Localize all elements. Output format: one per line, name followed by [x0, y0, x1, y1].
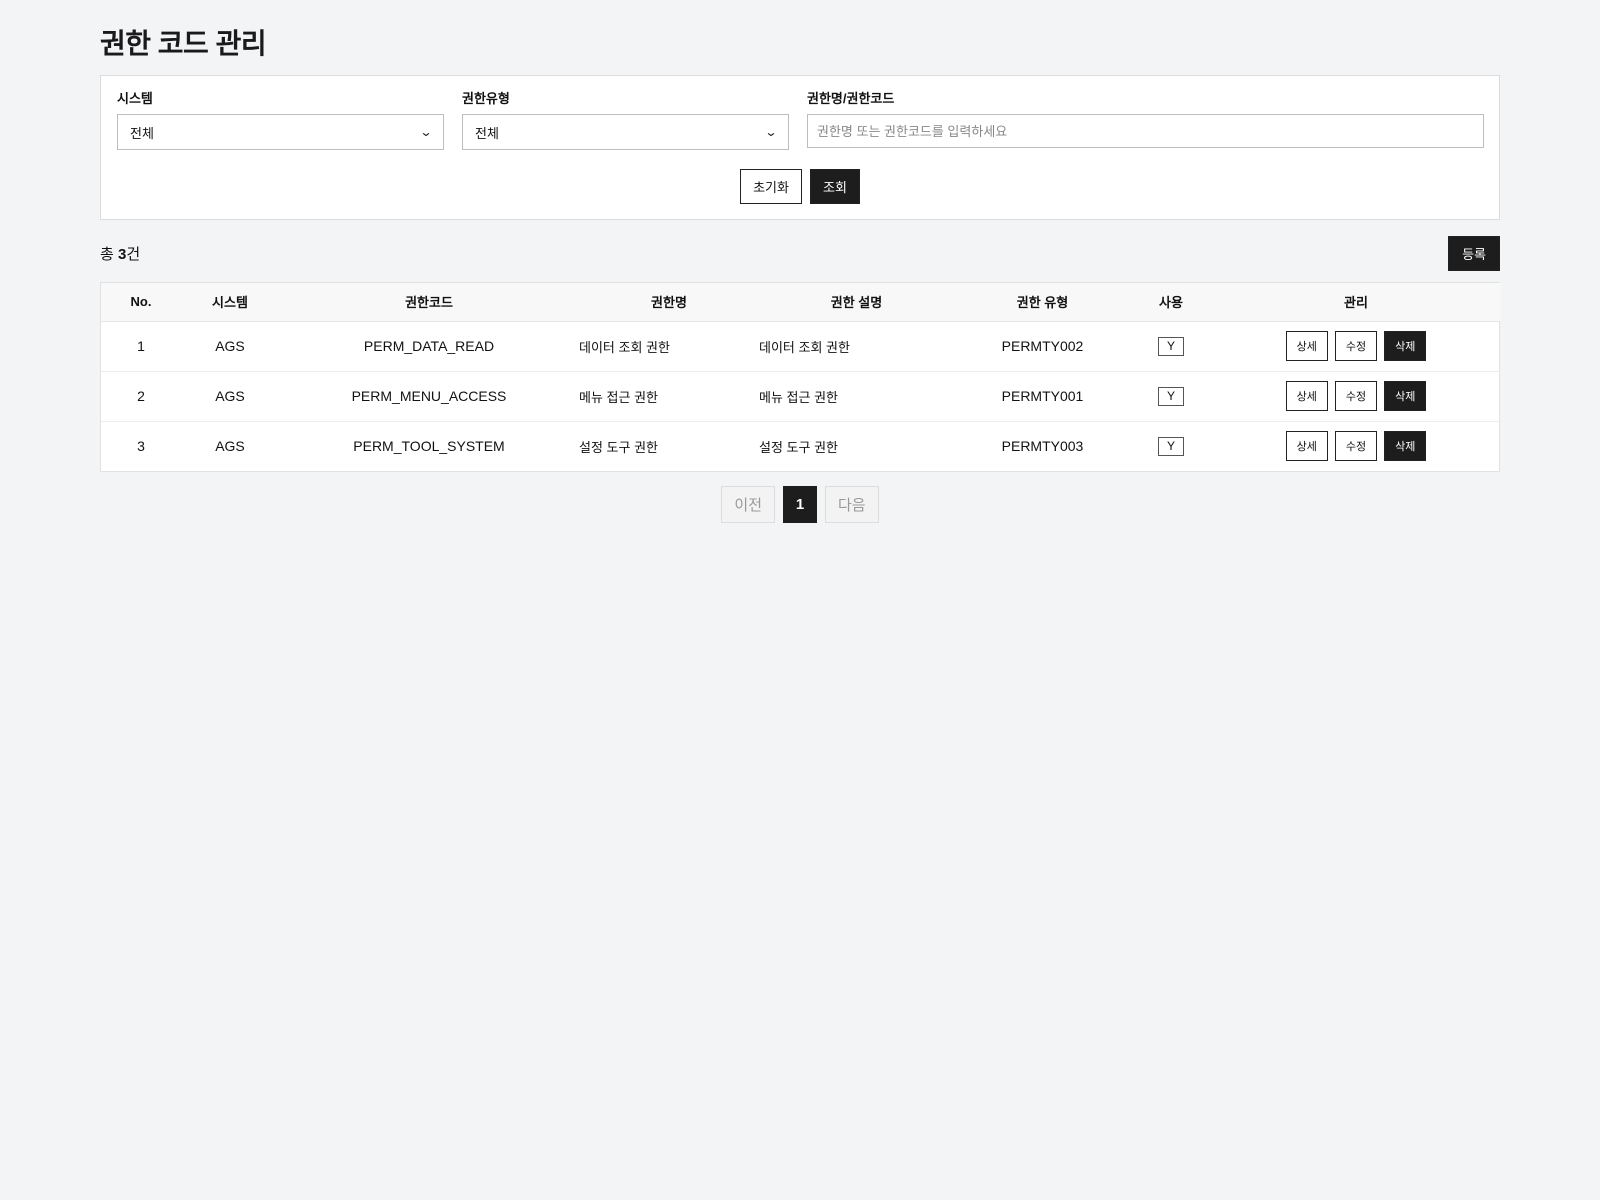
cell-desc: 데이터 조회 권한 [759, 321, 954, 372]
use-badge: Y [1158, 436, 1184, 456]
search-actions: 초기화 조회 [101, 169, 1499, 204]
edit-button[interactable]: 수정 [1334, 431, 1378, 462]
delete-button[interactable]: 삭제 [1384, 331, 1427, 361]
pagination: 이전 1 다음 [100, 486, 1500, 523]
keyword-filter: 권한명/권한코드 [807, 91, 1484, 148]
cell-no: 2 [101, 371, 181, 422]
cell-type: PERMTY001 [954, 371, 1131, 422]
cell-desc: 메뉴 접근 권한 [759, 371, 954, 422]
cell-no: 3 [137, 438, 145, 455]
col-header-type: 권한 유형 [954, 283, 1131, 322]
cell-use: Y [1131, 371, 1211, 422]
col-header-use: 사용 [1131, 283, 1211, 322]
cell-name: 데이터 조회 권한 [579, 321, 759, 372]
col-header-code: 권한코드 [279, 283, 579, 322]
col-header-name: 권한명 [579, 283, 759, 322]
type-filter-label: 권한유형 [462, 91, 510, 106]
cell-code: PERM_TOOL_SYSTEM [353, 438, 505, 455]
cell-system: AGS [181, 371, 279, 422]
result-count: 총 3건 [100, 243, 140, 264]
page-1-button[interactable]: 1 [783, 486, 817, 523]
system-filter: 시스템 전체 ⌄ [117, 91, 444, 150]
chevron-down-icon: ⌄ [764, 125, 778, 139]
cell-code: PERM_DATA_READ [279, 321, 579, 372]
reset-button[interactable]: 초기화 [740, 169, 802, 204]
detail-button[interactable]: 상세 [1285, 381, 1328, 411]
cell-manage: 상세 수정 삭제 [1211, 421, 1501, 471]
type-filter: 권한유형 전체 ⌄ [462, 91, 789, 150]
chevron-down-icon: ⌄ [419, 125, 433, 139]
keyword-filter-label: 권한명/권한코드 [807, 91, 895, 106]
keyword-input[interactable] [807, 114, 1484, 148]
col-header-desc: 권한 설명 [759, 283, 954, 322]
result-count-suffix: 건 [126, 246, 141, 263]
prev-page-button[interactable]: 이전 [721, 486, 775, 523]
cell-use: Y [1131, 421, 1211, 471]
cell-manage: 상세 수정 삭제 [1211, 371, 1501, 422]
search-button[interactable]: 조회 [809, 169, 860, 204]
search-panel: 시스템 전체 ⌄ 권한유형 전체 ⌄ 권한명/권한코드 초기화 조회 [100, 75, 1500, 220]
cell-no: 1 [101, 321, 181, 372]
use-badge: Y [1158, 336, 1184, 356]
cell-name: 설정 도구 권한 [579, 439, 658, 455]
delete-button[interactable]: 삭제 [1384, 431, 1427, 462]
next-page-button[interactable]: 다음 [825, 486, 879, 523]
detail-button[interactable]: 상세 [1285, 331, 1328, 361]
edit-button[interactable]: 수정 [1334, 331, 1378, 361]
delete-button[interactable]: 삭제 [1384, 381, 1427, 411]
cell-manage: 상세 수정 삭제 [1211, 321, 1501, 372]
col-header-manage: 관리 [1211, 283, 1501, 322]
cell-system: AGS [181, 321, 279, 372]
system-filter-label: 시스템 [117, 91, 153, 106]
page-title: 권한 코드 관리 [100, 28, 267, 59]
cell-code: PERM_MENU_ACCESS [279, 371, 579, 422]
cell-desc: 설정 도구 권한 [759, 439, 838, 455]
permission-table: No. 시스템 권한코드 권한명 권한 설명 권한 유형 사용 관리 1 AGS… [100, 282, 1501, 472]
table-header-row: No. 시스템 권한코드 권한명 권한 설명 권한 유형 사용 관리 [101, 283, 1501, 322]
edit-button[interactable]: 수정 [1334, 381, 1378, 411]
result-count-prefix: 총 [100, 246, 118, 263]
table-row: 2 AGS PERM_MENU_ACCESS 메뉴 접근 권한 메뉴 접근 권한… [101, 371, 1501, 422]
system-select[interactable]: 전체 ⌄ [117, 114, 444, 150]
type-select[interactable]: 전체 ⌄ [462, 114, 789, 150]
cell-type: PERMTY002 [954, 321, 1131, 372]
type-select-value: 전체 [475, 125, 499, 141]
register-button[interactable]: 등록 [1448, 236, 1500, 271]
table-row: 1 AGS PERM_DATA_READ 데이터 조회 권한 데이터 조회 권한… [101, 321, 1501, 372]
system-select-value: 전체 [130, 125, 154, 141]
cell-use: Y [1131, 321, 1211, 372]
cell-name: 메뉴 접근 권한 [579, 371, 759, 422]
col-header-no: No. [101, 283, 181, 322]
cell-system: AGS [215, 438, 245, 455]
col-header-system: 시스템 [181, 283, 279, 322]
use-badge: Y [1158, 386, 1184, 406]
table-row: 3 AGS PERM_TOOL_SYSTEM 설정 도구 권한 설정 도구 권한… [101, 421, 1501, 471]
detail-button[interactable]: 상세 [1285, 431, 1328, 462]
cell-type: PERMTY003 [1001, 438, 1084, 455]
